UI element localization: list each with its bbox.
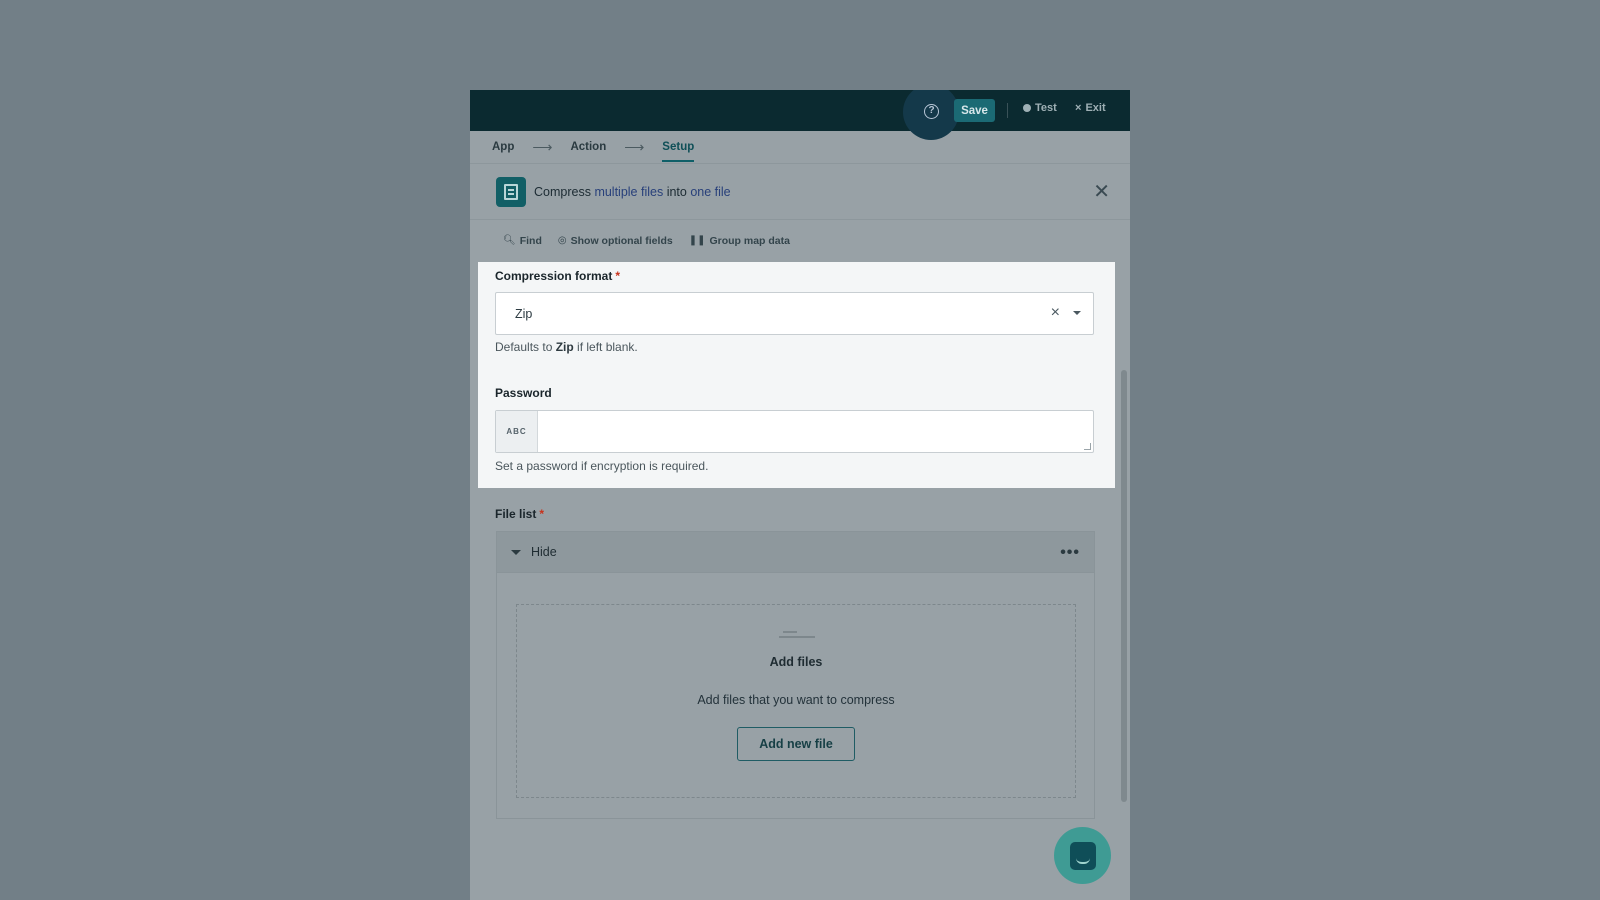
columns-icon: ❚❚ bbox=[688, 235, 706, 246]
close-icon[interactable]: ✕ bbox=[1093, 182, 1110, 202]
highlighted-fields-card: Compression format * Zip × Defaults to Zi… bbox=[478, 262, 1115, 488]
compression-format-hint: Defaults to Zip if left blank. bbox=[495, 340, 638, 354]
breadcrumb-setup[interactable]: Setup bbox=[662, 141, 694, 162]
action-title: Compress multiple files into one file bbox=[534, 185, 731, 199]
clear-icon[interactable]: × bbox=[1051, 304, 1060, 322]
hint-prefix: Defaults to bbox=[495, 340, 556, 354]
resize-handle[interactable] bbox=[1084, 443, 1091, 450]
file-list-toggle[interactable]: Hide ••• bbox=[497, 532, 1094, 573]
help-icon[interactable]: ? bbox=[924, 104, 939, 119]
document-stack-icon bbox=[496, 176, 526, 207]
top-bar: ? Save Test × Exit bbox=[470, 90, 1130, 140]
password-field[interactable]: ABC bbox=[495, 410, 1094, 453]
more-options-icon[interactable]: ••• bbox=[1060, 544, 1080, 562]
title-middle: into bbox=[663, 184, 691, 199]
toolbar-divider bbox=[1007, 103, 1008, 118]
title-link-multiple-files[interactable]: multiple files bbox=[594, 185, 663, 199]
hint-bold: Zip bbox=[555, 340, 574, 354]
exit-label: Exit bbox=[1085, 102, 1106, 114]
search-icon: 🔍︎ bbox=[503, 235, 516, 246]
group-map-data-button[interactable]: ❚❚ Group map data bbox=[689, 235, 790, 247]
show-optional-label: Show optional fields bbox=[570, 234, 673, 247]
arrow-right-icon: ⟶ bbox=[624, 138, 645, 155]
file-list-section: Hide ••• Add files Add files that you wa… bbox=[496, 531, 1095, 819]
breadcrumb-action[interactable]: Action bbox=[570, 141, 606, 153]
add-new-file-button[interactable]: Add new file bbox=[737, 727, 855, 761]
password-hint: Set a password if encryption is required… bbox=[495, 459, 709, 473]
field-toolbar: 🔍︎ Find ◎ Show optional fields ❚❚ Group … bbox=[470, 220, 1130, 261]
group-map-label: Group map data bbox=[709, 234, 790, 247]
breadcrumb-app[interactable]: App bbox=[492, 141, 514, 153]
password-label: Password bbox=[495, 386, 552, 400]
chevron-down-icon[interactable] bbox=[1073, 311, 1081, 315]
required-marker: * bbox=[615, 269, 621, 283]
title-link-one-file[interactable]: one file bbox=[690, 185, 730, 199]
file-list-label: File list * bbox=[495, 507, 544, 521]
action-header: Compress multiple files into one file ✕ bbox=[470, 163, 1130, 220]
breadcrumb: App ⟶ Action ⟶ Setup bbox=[470, 131, 1130, 163]
exit-button[interactable]: × Exit bbox=[1075, 102, 1106, 114]
find-button[interactable]: 🔍︎ Find bbox=[503, 235, 542, 247]
find-label: Find bbox=[519, 234, 542, 247]
arrow-right-icon: ⟶ bbox=[532, 138, 553, 155]
gear-icon bbox=[1023, 104, 1031, 112]
text-type-badge: ABC bbox=[496, 411, 538, 452]
eye-icon: ◎ bbox=[557, 235, 567, 246]
chevron-down-icon bbox=[511, 549, 521, 555]
required-marker: * bbox=[539, 507, 545, 521]
file-dropzone: Add files Add files that you want to com… bbox=[516, 604, 1076, 798]
compression-format-label: Compression format * bbox=[495, 269, 620, 283]
file-list-icon bbox=[779, 631, 815, 641]
title-prefix: Compress bbox=[534, 184, 595, 199]
test-label: Test bbox=[1035, 102, 1057, 114]
hide-label: Hide bbox=[531, 545, 557, 559]
compression-format-select[interactable]: Zip × bbox=[495, 292, 1094, 335]
empty-state-subtitle: Add files that you want to compress bbox=[697, 693, 895, 707]
close-icon: × bbox=[1075, 102, 1082, 114]
recipe-editor-panel: ? Save Test × Exit App ⟶ Action ⟶ Setup … bbox=[470, 90, 1130, 900]
show-optional-fields-button[interactable]: ◎ Show optional fields bbox=[558, 235, 673, 247]
save-button[interactable]: Save bbox=[954, 99, 995, 122]
chat-button[interactable] bbox=[1054, 827, 1111, 884]
hint-suffix: if left blank. bbox=[573, 340, 638, 354]
empty-state-title: Add files bbox=[769, 655, 823, 669]
scrollbar[interactable] bbox=[1121, 370, 1127, 802]
file-list-label-text: File list bbox=[495, 507, 537, 521]
chat-icon bbox=[1069, 841, 1096, 870]
compression-format-label-text: Compression format bbox=[495, 269, 613, 283]
test-button[interactable]: Test bbox=[1023, 102, 1057, 114]
compression-format-value: Zip bbox=[515, 306, 533, 321]
